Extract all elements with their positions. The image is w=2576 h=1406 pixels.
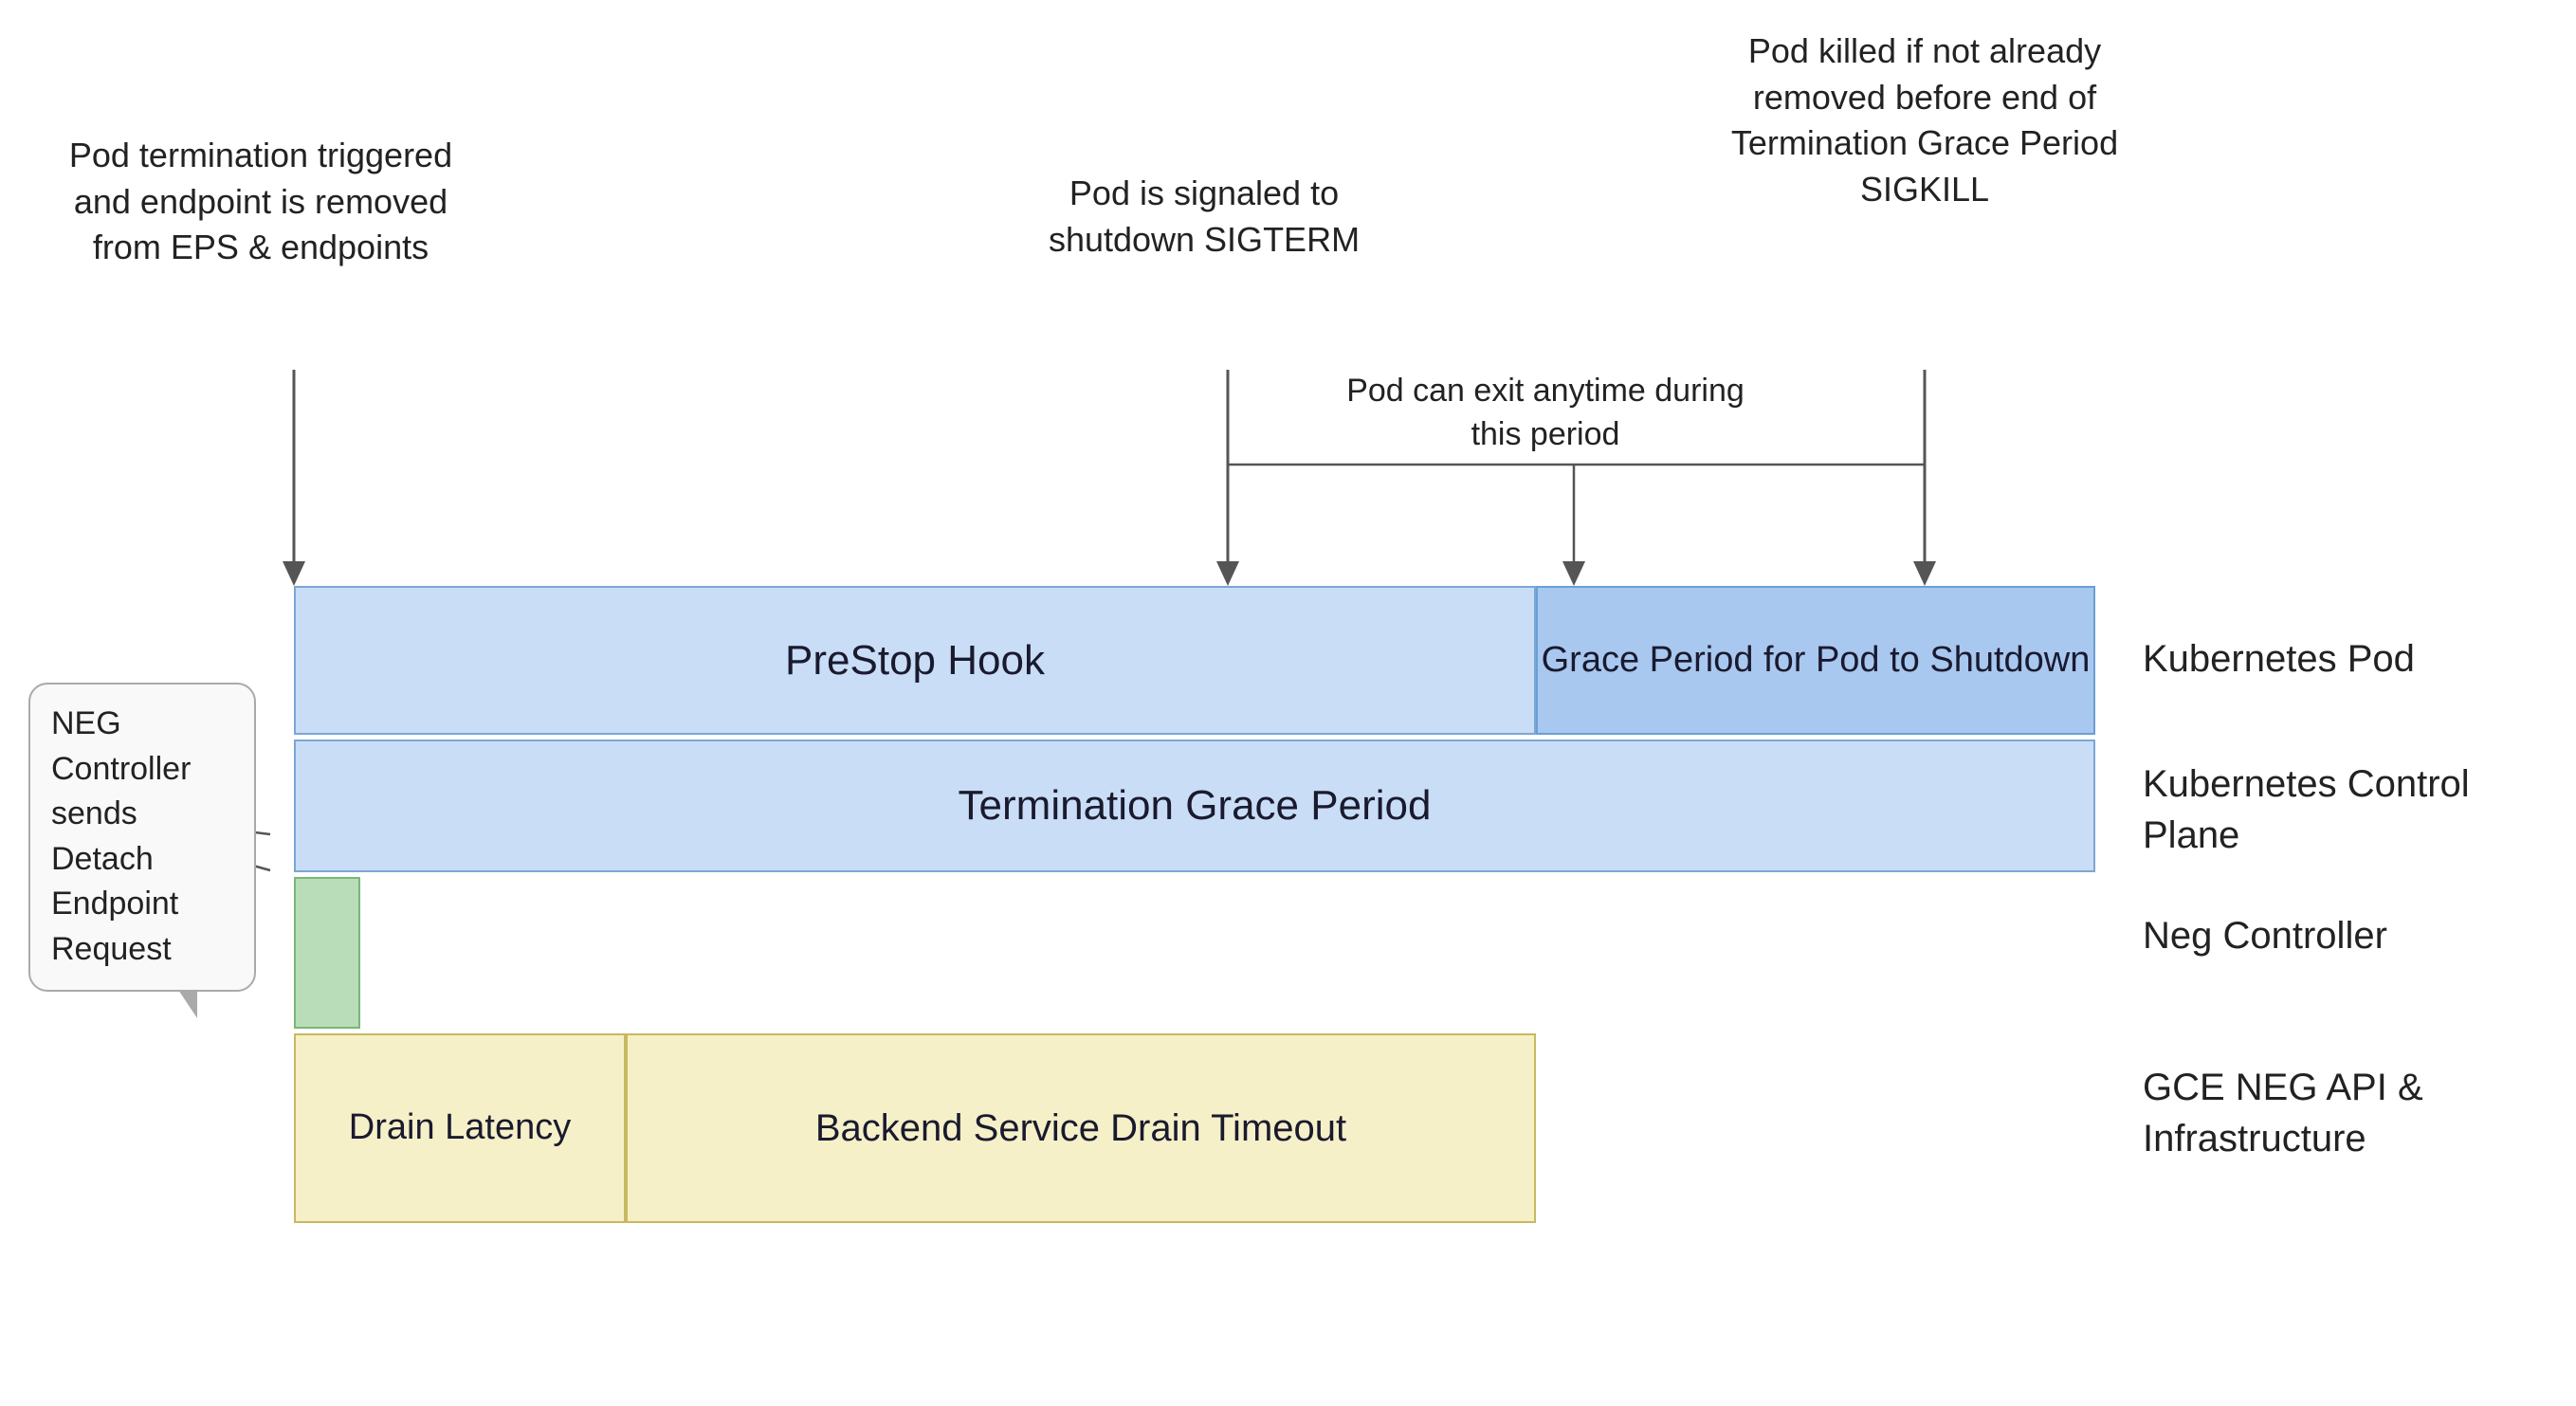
termination-grace-label: Termination Grace Period: [296, 741, 2093, 870]
backend-drain-label: Backend Service Drain Timeout: [628, 1035, 1534, 1221]
grace-period-label: Grace Period for Pod to Shutdown: [1538, 588, 2093, 733]
label-pod-termination: Pod termination triggered and endpoint i…: [57, 133, 465, 271]
diagram-container: Pod termination triggered and endpoint i…: [0, 0, 2576, 1406]
label-pod-can-exit: Pod can exit anytime during this period: [1346, 370, 1745, 457]
row-label-kubernetes-cp: Kubernetes Control Plane: [2143, 758, 2576, 861]
prestop-hook-label: PreStop Hook: [296, 588, 1534, 733]
drain-latency-label: Drain Latency: [296, 1035, 624, 1221]
row-label-neg-controller: Neg Controller: [2143, 910, 2387, 961]
backend-drain-bar: Backend Service Drain Timeout: [626, 1033, 1536, 1223]
label-pod-signaled: Pod is signaled to shutdown SIGTERM: [1024, 171, 1384, 263]
neg-controller-bar: [294, 877, 360, 1029]
row-label-gce-neg: GCE NEG API & Infrastructure: [2143, 1062, 2576, 1164]
neg-bubble-text: NEG Controller sends Detach Endpoint Req…: [51, 705, 191, 967]
prestop-hook-bar: PreStop Hook: [294, 586, 1536, 735]
drain-latency-bar: Drain Latency: [294, 1033, 626, 1223]
grace-period-bar: Grace Period for Pod to Shutdown: [1536, 586, 2095, 735]
row-label-kubernetes-pod: Kubernetes Pod: [2143, 633, 2415, 685]
neg-bubble: NEG Controller sends Detach Endpoint Req…: [28, 683, 256, 992]
label-pod-killed: Pod killed if not already removed before…: [1716, 28, 2133, 212]
termination-grace-bar: Termination Grace Period: [294, 740, 2095, 872]
